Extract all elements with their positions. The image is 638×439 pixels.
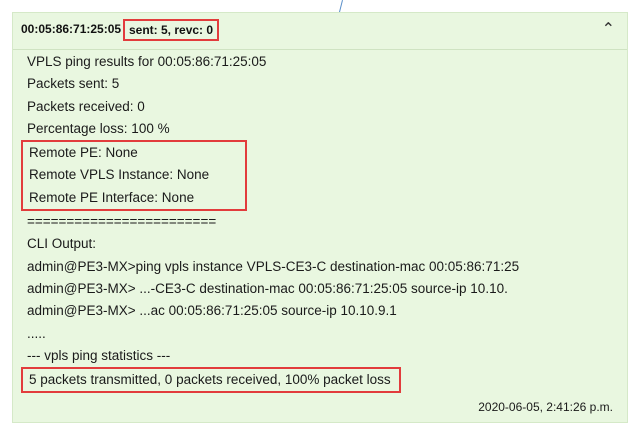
ping-status-badge: sent: 5, revc: 0 xyxy=(123,19,220,41)
result-timestamp: 2020-06-05, 2:41:26 p.m. xyxy=(478,400,613,414)
cli-output-label: CLI Output: xyxy=(27,236,97,252)
ping-result-panel: 00:05:86:71:25:05 sent: 5, revc: 0 ⌃ VPL… xyxy=(12,12,628,423)
cli-ellipsis: ..... xyxy=(27,325,46,341)
remote-info-highlight: Remote PE: None Remote VPLS Instance: No… xyxy=(21,140,247,212)
remote-vpls-instance: Remote VPLS Instance: None xyxy=(29,167,210,183)
separator: ======================== xyxy=(27,214,217,230)
chevron-up-icon[interactable]: ⌃ xyxy=(602,19,615,39)
packets-sent: Packets sent: 5 xyxy=(27,76,120,92)
result-title: VPLS ping results for 00:05:86:71:25:05 xyxy=(27,54,267,69)
packets-received: Packets received: 0 xyxy=(27,98,145,114)
percentage-loss: Percentage loss: 100 % xyxy=(27,120,170,136)
remote-pe: Remote PE: None xyxy=(29,145,138,161)
cli-line: admin@PE3-MX>ping vpls instance VPLS-CE3… xyxy=(27,258,520,274)
stats-header: --- vpls ping statistics --- xyxy=(27,347,171,363)
stats-summary: 5 packets transmitted, 0 packets receive… xyxy=(29,372,391,388)
remote-pe-interface: Remote PE Interface: None xyxy=(29,189,195,205)
cli-line: admin@PE3-MX> ...-CE3-C destination-mac … xyxy=(27,280,508,296)
stats-summary-highlight: 5 packets transmitted, 0 packets receive… xyxy=(21,367,401,394)
device-mac-label: 00:05:86:71:25:05 xyxy=(21,22,122,36)
panel-header[interactable]: 00:05:86:71:25:05 sent: 5, revc: 0 ⌃ xyxy=(13,13,627,50)
cli-line: admin@PE3-MX> ...ac 00:05:86:71:25:05 so… xyxy=(27,303,397,319)
result-body: VPLS ping results for 00:05:86:71:25:05 … xyxy=(21,51,617,394)
